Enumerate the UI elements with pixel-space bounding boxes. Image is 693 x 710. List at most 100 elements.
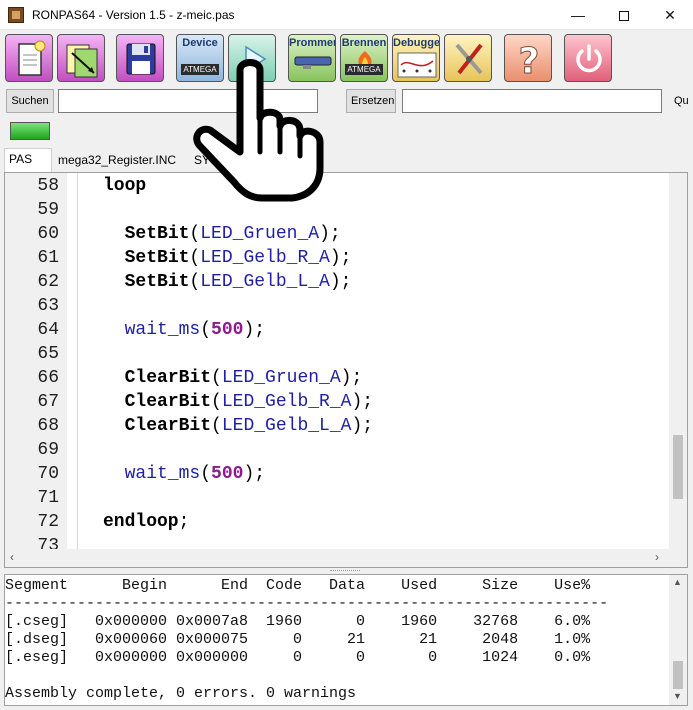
code-text: wait_ms(500); <box>103 318 265 342</box>
output-separator: ----------------------------------------… <box>5 595 609 612</box>
punctuation-token: ; <box>178 512 190 532</box>
brennen-button[interactable]: Brennen ATMEGA <box>340 34 388 82</box>
punctuation-token: ( <box>211 368 222 388</box>
toolbar: Device ATMEGA Prommer Brennen ATMEGA Deb… <box>0 30 693 85</box>
output-status: Assembly complete, 0 errors. 0 warnings <box>5 685 357 702</box>
svg-text:?: ? <box>519 41 540 82</box>
file-tabs: PAS mega32_Register.INC SYS <box>0 148 693 172</box>
scroll-up-icon[interactable]: ▲ <box>673 577 682 587</box>
save-file-button[interactable] <box>116 34 164 82</box>
line-number: 69 <box>37 440 59 460</box>
punctuation-token: ( <box>189 272 201 292</box>
code-line[interactable]: 64 wait_ms(500); <box>5 318 665 342</box>
code-line[interactable]: 68 ClearBit(LED_Gelb_L_A); <box>5 414 665 438</box>
help-button[interactable]: ? <box>504 34 552 82</box>
identifier-token: LED_Gruen_A <box>200 224 320 244</box>
scroll-down-icon[interactable]: ▼ <box>673 691 682 701</box>
line-number: 64 <box>37 320 59 340</box>
code-line[interactable]: 70 wait_ms(500); <box>5 462 665 486</box>
punctuation-token: ); <box>319 224 341 244</box>
close-icon: ✕ <box>664 7 676 23</box>
line-number: 66 <box>37 368 59 388</box>
new-file-button[interactable] <box>5 34 53 82</box>
power-button[interactable] <box>564 34 612 82</box>
code-line[interactable]: 61 SetBit(LED_Gelb_R_A); <box>5 246 665 270</box>
identifier-token: LED_Gruen_A <box>221 368 341 388</box>
maximize-icon <box>619 11 629 22</box>
minimize-button[interactable]: — <box>555 0 601 30</box>
search-button[interactable]: Suchen <box>6 89 54 113</box>
output-vertical-scrollbar[interactable]: ▲ ▼ <box>669 575 687 705</box>
code-line[interactable]: 67 ClearBit(LED_Gelb_R_A); <box>5 390 665 414</box>
debugger-icon <box>397 52 437 78</box>
punctuation-token: ( <box>189 248 201 268</box>
code-text: ClearBit(LED_Gelb_L_A); <box>103 414 373 438</box>
line-number: 63 <box>37 296 59 316</box>
open-file-button[interactable] <box>57 34 105 82</box>
search-bar: Suchen Ersetzen Qu <box>0 86 693 116</box>
line-number: 71 <box>37 488 59 508</box>
code-editor[interactable]: 58 loop 59 60 SetBit(LED_Gruen_A); 61 SetBit… <box>4 172 688 568</box>
keyword-token: ClearBit <box>124 392 212 412</box>
number-token: 500 <box>211 320 244 340</box>
code-line[interactable]: 60 SetBit(LED_Gruen_A); <box>5 222 665 246</box>
debugger-button[interactable]: Debugger <box>392 34 440 82</box>
code-line[interactable]: 65 <box>5 342 665 366</box>
keyword-token: ClearBit <box>124 368 212 388</box>
code-line[interactable]: 58 loop <box>5 174 665 198</box>
editor-scroll-thumb[interactable] <box>673 435 683 499</box>
open-file-icon <box>66 44 98 78</box>
keyword-token: loop <box>103 176 147 196</box>
code-text: loop <box>103 174 146 198</box>
minimize-icon: — <box>571 7 585 23</box>
code-line[interactable]: 63 <box>5 294 665 318</box>
code-line[interactable]: 72 endloop; <box>5 510 665 534</box>
code-text: SetBit(LED_Gelb_R_A); <box>103 246 352 270</box>
identifier-token: wait_ms <box>124 464 201 484</box>
output-row: [.eseg] 0x000000 0x000000 0 0 0 1024 0.0… <box>5 649 591 666</box>
tab-pas[interactable]: PAS <box>4 148 52 172</box>
code-line[interactable]: 62 SetBit(LED_Gelb_L_A); <box>5 270 665 294</box>
maximize-button[interactable] <box>601 0 647 30</box>
keyword-token: SetBit <box>124 272 190 292</box>
editor-horizontal-scrollbar[interactable]: ‹ › <box>5 549 669 567</box>
scroll-right-icon[interactable]: › <box>655 550 659 564</box>
code-line[interactable]: 66 ClearBit(LED_Gruen_A); <box>5 366 665 390</box>
line-number: 65 <box>37 344 59 364</box>
close-button[interactable]: ✕ <box>647 0 693 30</box>
code-line[interactable]: 69 <box>5 438 665 462</box>
new-file-icon <box>18 40 46 76</box>
editor-vertical-scrollbar[interactable] <box>669 173 687 549</box>
output-header: Segment Begin End Code Data Used Size Us… <box>5 577 591 594</box>
punctuation-token: ); <box>243 464 266 484</box>
question-mark-icon: ? <box>518 41 540 82</box>
code-line[interactable]: 71 <box>5 486 665 510</box>
output-scroll-thumb[interactable] <box>673 661 683 689</box>
identifier-token: LED_Gelb_R_A <box>221 392 352 412</box>
output-row: [.cseg] 0x000000 0x0007a8 1960 0 1960 32… <box>5 613 591 630</box>
tools-button[interactable] <box>444 34 492 82</box>
code-text: ClearBit(LED_Gruen_A); <box>103 366 363 390</box>
line-number: 67 <box>37 392 59 412</box>
punctuation-token: ( <box>211 392 222 412</box>
punctuation-token: ); <box>351 416 374 436</box>
punctuation-token: ); <box>351 392 374 412</box>
identifier-token: LED_Gelb_L_A <box>221 416 352 436</box>
punctuation-token: ); <box>329 272 352 292</box>
replace-input[interactable] <box>402 89 662 113</box>
replace-button[interactable]: Ersetzen <box>346 89 396 113</box>
line-number: 72 <box>37 512 59 532</box>
output-panel[interactable]: Segment Begin End Code Data Used Size Us… <box>4 574 688 706</box>
code-line[interactable]: 59 <box>5 198 665 222</box>
code-text: SetBit(LED_Gelb_L_A); <box>103 270 352 294</box>
identifier-token: LED_Gelb_L_A <box>200 272 330 292</box>
tab-mega32-register[interactable]: mega32_Register.INC <box>54 150 190 172</box>
line-number: 68 <box>37 416 59 436</box>
device-label: Device <box>182 37 218 49</box>
tools-icon <box>455 43 483 75</box>
scroll-corner <box>669 549 687 567</box>
code-text: endloop; <box>103 510 189 534</box>
line-number: 70 <box>37 464 59 484</box>
scroll-left-icon[interactable]: ‹ <box>10 550 14 564</box>
keyword-token: endloop <box>103 512 179 532</box>
